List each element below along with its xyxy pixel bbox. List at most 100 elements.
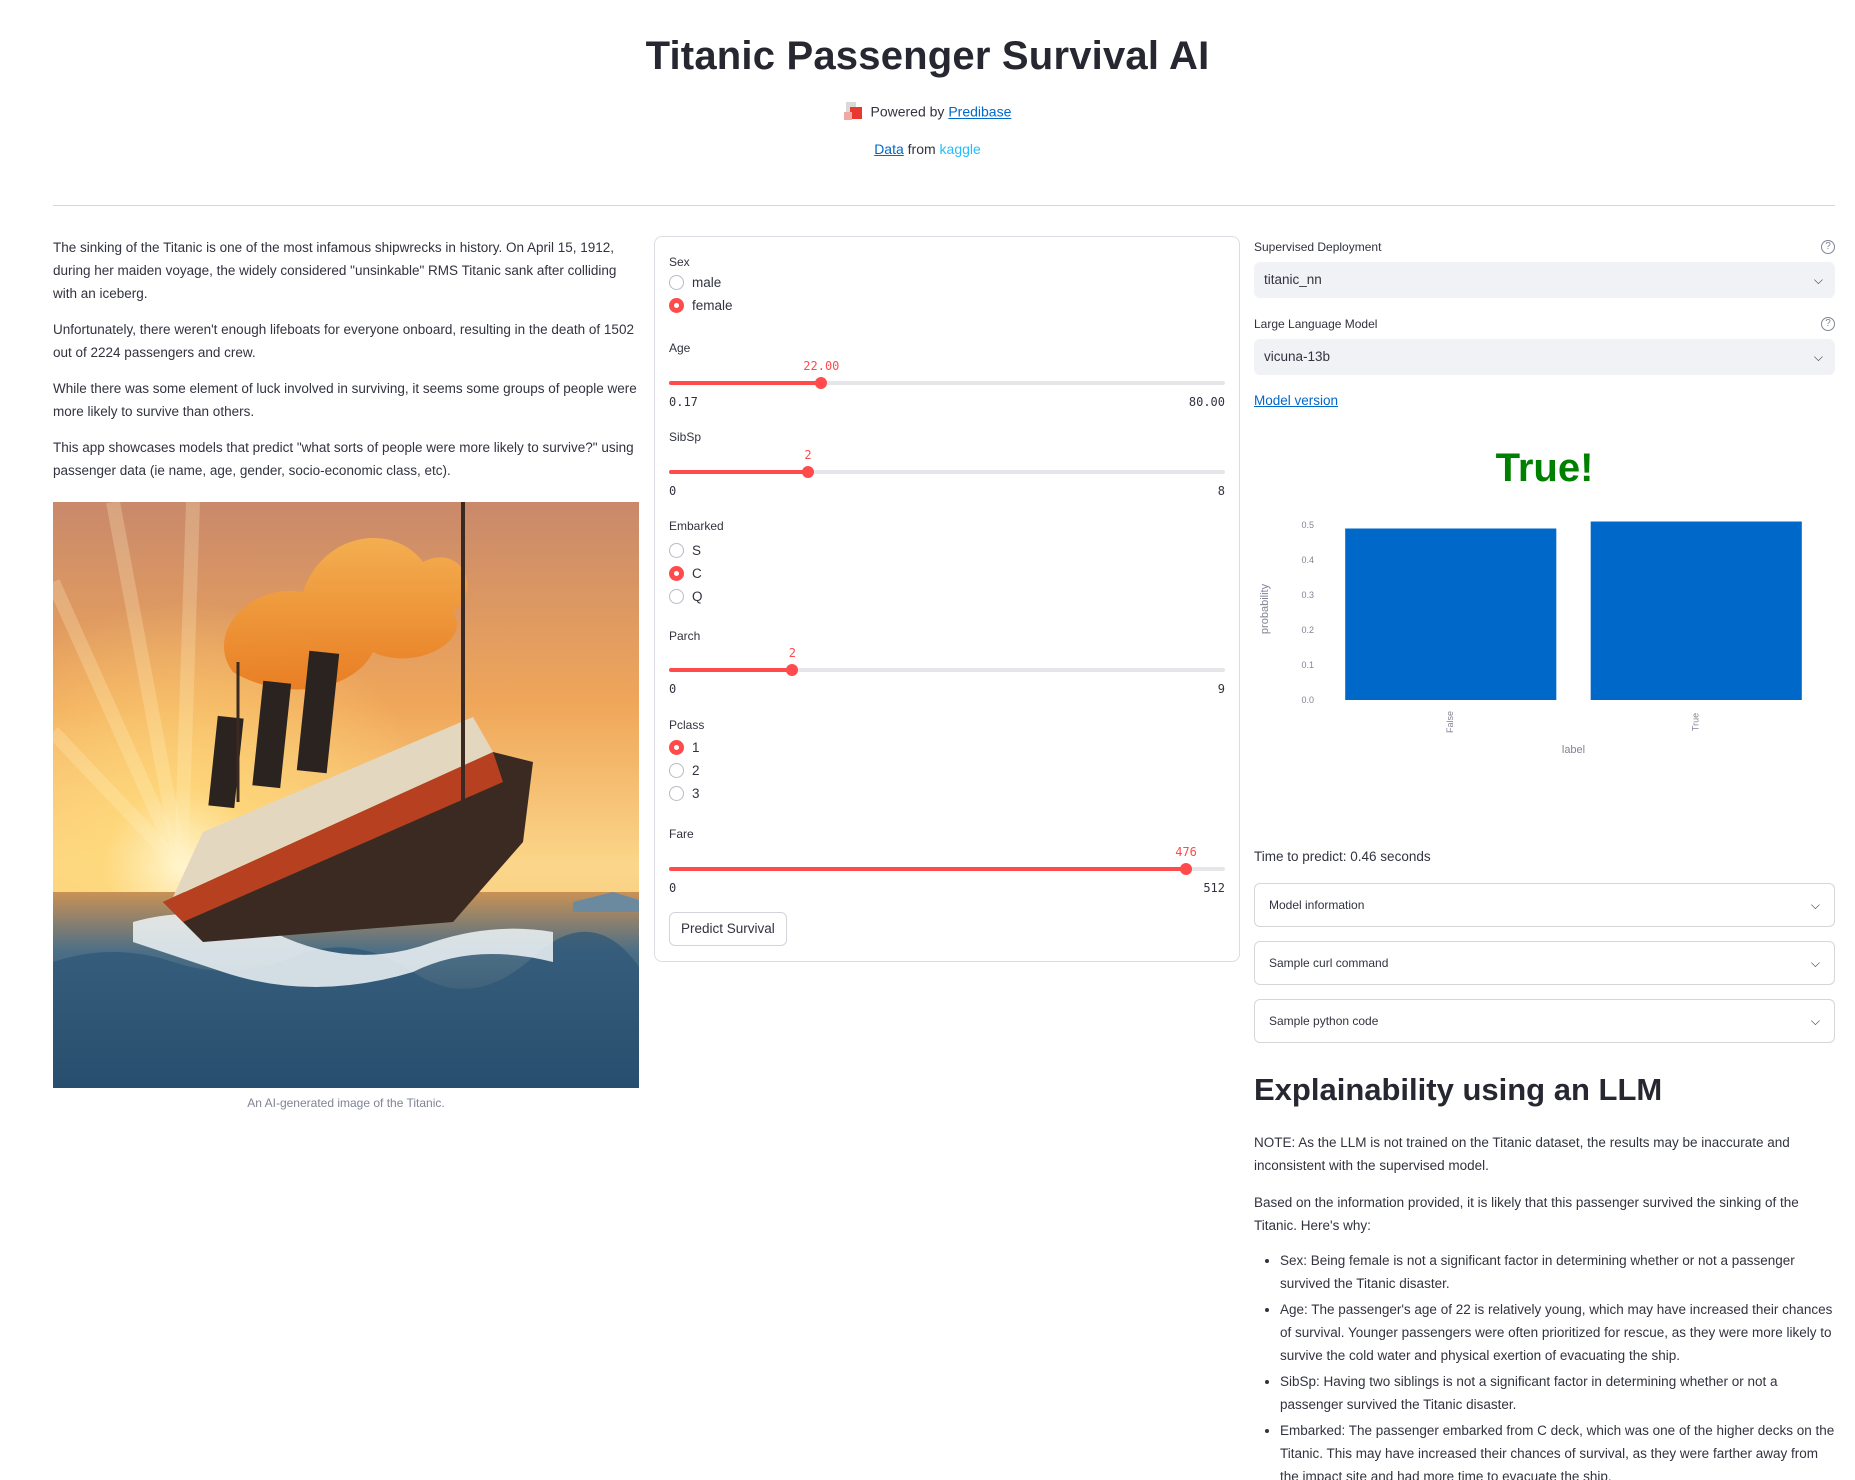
chevron-down-icon: ⌵ [1810,1014,1820,1028]
model-version-link[interactable]: Model version [1254,393,1338,408]
radio-unchecked-icon [669,275,684,290]
radio-unchecked-icon [669,786,684,801]
page-title: Titanic Passenger Survival AI [645,34,1210,78]
explainability-heading: Explainability using an LLM [1254,1072,1663,1107]
explainability-text: NOTE: As the LLM is not trained on the T… [1254,1131,1835,1480]
chevron-down-icon: ⌵ [1810,956,1820,970]
sex-label: Sex [669,255,690,269]
age-slider[interactable]: 22.00 0.17 80.00 [669,359,1225,409]
sibsp-label: SibSp [669,430,702,444]
explanation-list: Sex: Being female is not a significant f… [1254,1249,1835,1480]
parch-label: Parch [669,629,701,643]
embarked-option-q[interactable]: Q [669,589,703,604]
chevron-down-icon: ⌵ [1813,350,1823,364]
slider-handle[interactable] [802,466,814,478]
y-tick-label: 0.1 [1301,660,1314,670]
y-tick-label: 0.4 [1301,555,1314,565]
fare-label: Fare [669,827,694,841]
header-divider [53,205,1835,206]
list-item: Embarked: The passenger embarked from C … [1280,1419,1835,1480]
chevron-down-icon: ⌵ [1813,273,1823,287]
intro-paragraph: While there was some element of luck inv… [53,381,637,419]
deployment-select[interactable]: titanic_nn ⌵ [1254,262,1835,298]
chart-bar [1590,521,1802,700]
y-tick-label: 0.5 [1301,520,1314,530]
fare-slider[interactable]: 476 0 512 [669,845,1225,895]
llm-select[interactable]: vicuna-13b ⌵ [1254,339,1835,375]
slider-max: 512 [1203,881,1225,895]
model-information-expander[interactable]: Model information ⌵ [1254,883,1835,927]
radio-checked-icon [669,298,684,313]
y-tick-label: 0.3 [1301,590,1314,600]
age-label: Age [669,341,691,355]
slider-max: 8 [1217,484,1225,498]
slider-value: 2 [804,448,812,462]
powered-by-text: Powered by [870,103,945,120]
image-caption: An AI-generated image of the Titanic. [247,1096,445,1110]
prediction-verdict: True! [1495,446,1594,490]
list-item: Sex: Being female is not a significant f… [1280,1249,1835,1295]
intro-paragraph: The sinking of the Titanic is one of the… [53,240,617,301]
passenger-form: Sex male female Age 22.00 0.17 80.00 Sib… [654,236,1240,962]
radio-unchecked-icon [669,543,684,558]
embarked-option-s[interactable]: S [669,543,701,558]
chevron-down-icon: ⌵ [1810,898,1820,912]
radio-checked-icon [669,740,684,755]
predibase-logo-icon [843,102,864,124]
slider-min: 0 [669,682,677,696]
llm-note: NOTE: As the LLM is not trained on the T… [1254,1135,1790,1173]
parch-slider[interactable]: 2 0 9 [669,646,1225,696]
sample-curl-expander[interactable]: Sample curl command ⌵ [1254,941,1835,985]
slider-max: 9 [1217,682,1225,696]
pclass-option-2[interactable]: 2 [669,763,700,778]
intro-paragraph: Unfortunately, there weren't enough life… [53,322,634,360]
x-tick-label: False [1445,711,1455,733]
predict-survival-button[interactable]: Predict Survival [669,912,787,946]
slider-handle[interactable] [815,377,828,389]
slider-min: 0 [669,881,677,895]
help-icon[interactable]: ? [1821,240,1835,254]
pclass-label: Pclass [669,718,705,732]
radio-checked-icon [669,566,684,581]
slider-min: 0.17 [669,395,698,409]
pclass-option-3[interactable]: 3 [669,786,700,801]
probability-chart: 0.0 0.1 0.2 0.3 0.4 0.5 False True label probabil… [1259,520,1802,756]
slider-min: 0 [669,484,677,498]
slider-value: 2 [788,646,797,660]
predibase-link[interactable]: Predibase [948,104,1011,120]
llm-label: Large Language Model [1254,317,1378,331]
y-axis-label: probability [1259,583,1271,634]
slider-value: 22.00 [803,359,840,373]
embarked-option-c[interactable]: C [669,566,702,581]
help-icon[interactable]: ? [1821,317,1835,331]
data-from-text: from [907,141,936,157]
x-tick-label: True [1691,713,1701,731]
data-link[interactable]: Data [874,141,904,157]
radio-unchecked-icon [669,589,684,604]
slider-handle[interactable] [1180,863,1193,875]
sibsp-slider[interactable]: 2 0 8 [669,448,1225,498]
sex-option-male[interactable]: male [669,275,721,290]
y-tick-label: 0.2 [1301,625,1314,635]
data-source: Data from kaggle [0,141,1855,157]
chart-bar [1345,528,1557,700]
radio-unchecked-icon [669,763,684,778]
sample-python-expander[interactable]: Sample python code ⌵ [1254,999,1835,1043]
list-item: SibSp: Having two siblings is not a sign… [1280,1370,1835,1416]
titanic-image [53,502,639,1088]
y-tick-label: 0.0 [1301,695,1314,705]
kaggle-logo[interactable]: kaggle [940,141,981,157]
slider-handle[interactable] [786,664,799,676]
deployment-label: Supervised Deployment [1254,240,1382,254]
x-axis-label: label [1562,744,1585,756]
slider-value: 476 [1175,845,1197,859]
sex-option-female[interactable]: female [669,298,733,313]
intro-paragraph: This app showcases models that predict "… [53,440,634,478]
slider-max: 80.00 [1188,395,1225,409]
intro-text: The sinking of the Titanic is one of the… [53,236,639,495]
list-item: Age: The passenger's age of 22 is relati… [1280,1298,1835,1367]
time-to-predict: Time to predict: 0.46 seconds [1254,849,1431,864]
powered-by: Powered by Predibase [0,102,1855,124]
pclass-option-1[interactable]: 1 [669,740,700,755]
llm-intro: Based on the information provided, it is… [1254,1195,1799,1233]
